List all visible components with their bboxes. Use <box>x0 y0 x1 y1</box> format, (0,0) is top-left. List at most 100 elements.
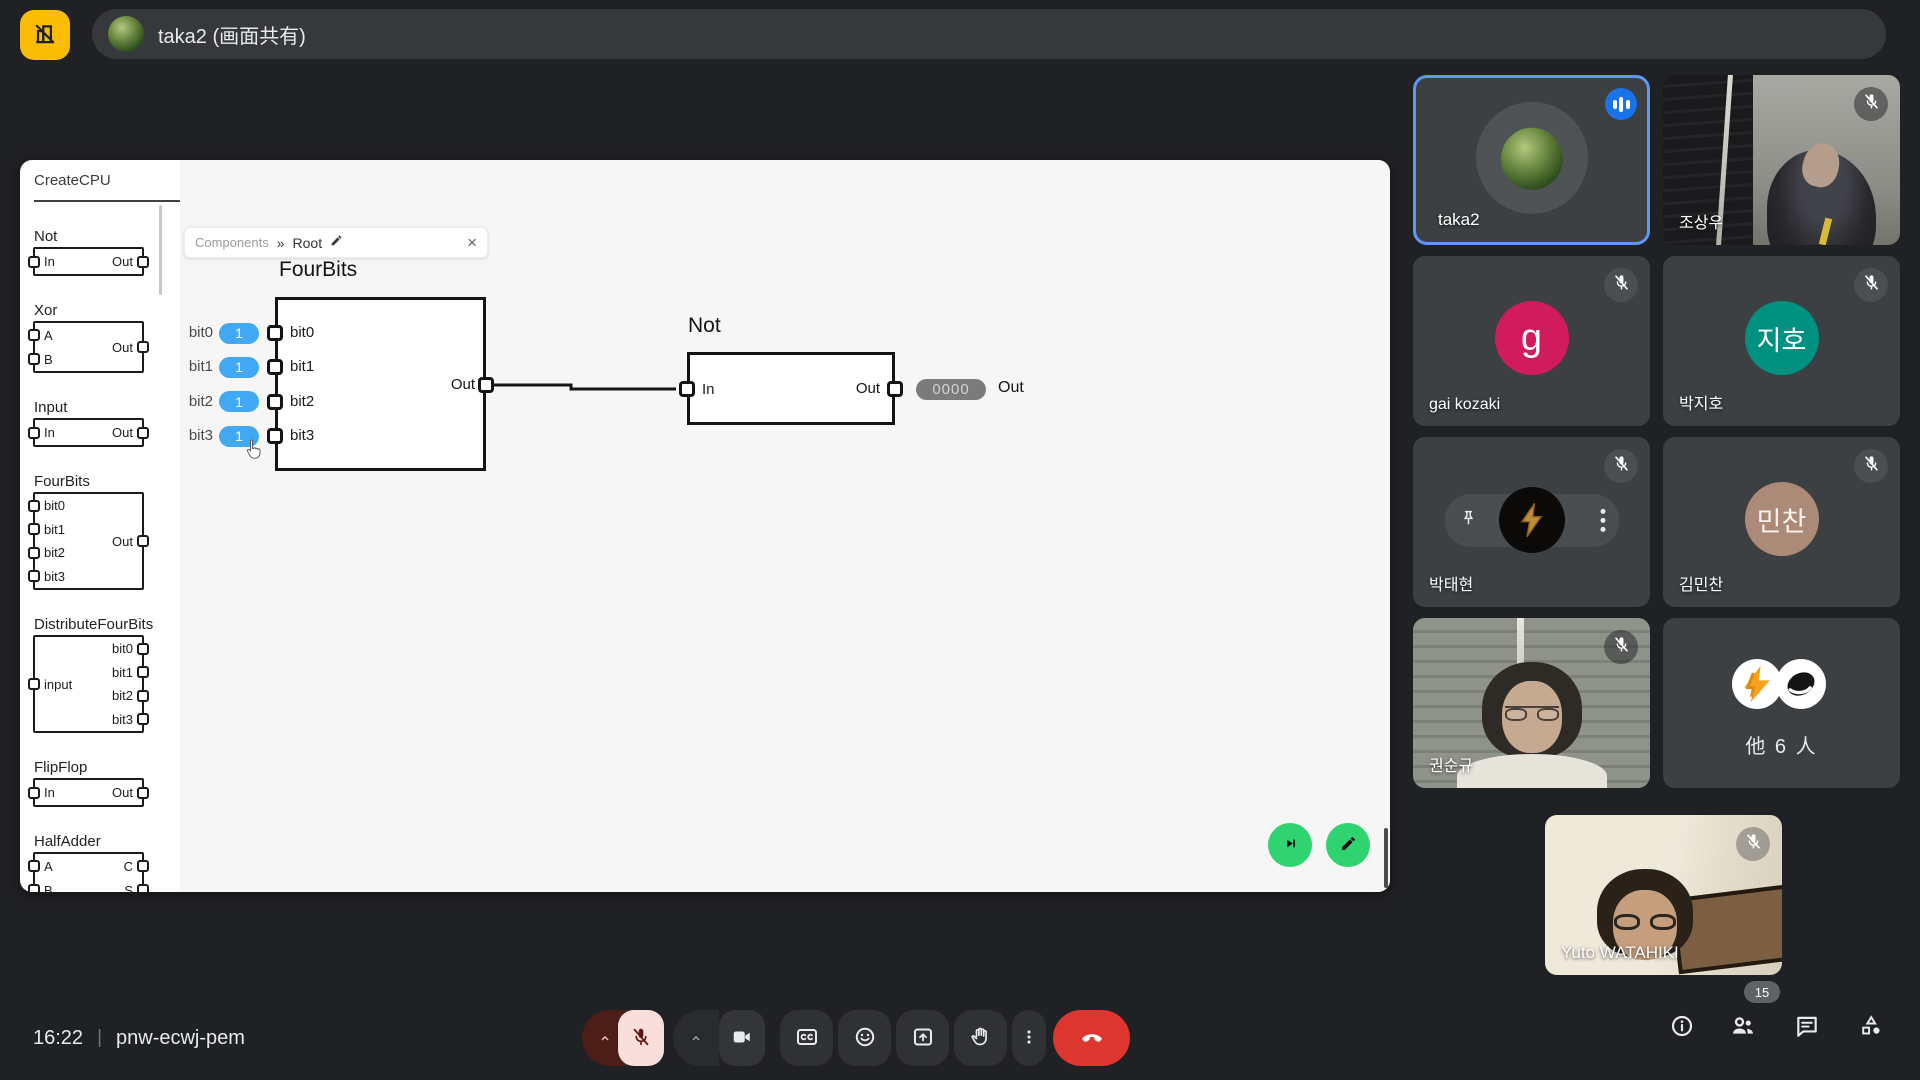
camera-options-chevron[interactable] <box>673 1010 719 1066</box>
edit-button[interactable] <box>1326 823 1370 867</box>
fourbits-in-port-2[interactable] <box>267 394 283 410</box>
port-label: Out <box>112 534 133 549</box>
shared-screen-app: CreateCPU NotInOutXorABOutInputInOutFour… <box>20 160 1390 892</box>
participant-tile[interactable]: 조상우 <box>1663 75 1900 245</box>
rename-pencil-icon[interactable] <box>330 234 343 252</box>
port-label: B <box>44 883 53 893</box>
palette-component-halfadder[interactable]: HalfAdderABCS <box>33 833 175 892</box>
bit-port-label: bit3 <box>290 427 314 444</box>
participant-tile[interactable]: 박태현 <box>1413 437 1650 607</box>
step-button[interactable] <box>1268 823 1312 867</box>
canvas-scrollbar[interactable] <box>1384 828 1388 888</box>
overflow-participants-tile[interactable]: 他 6 人 <box>1663 618 1900 788</box>
participant-name: 조상우 <box>1679 209 1723 233</box>
google-meet-window: taka2 (画面共有) CreateCPU NotInOutXorABOutI… <box>0 0 1920 1080</box>
port-square <box>28 547 40 559</box>
port-square <box>137 666 149 678</box>
participant-name: gai kozaki <box>1429 396 1500 414</box>
circuit-canvas[interactable] <box>180 160 1390 892</box>
fourbits-out-port[interactable] <box>478 377 494 393</box>
mic-off-icon <box>1854 87 1888 121</box>
meeting-code: pnw-ecwj-pem <box>116 1027 245 1050</box>
self-name: Yuto WATAHIKI <box>1561 943 1679 963</box>
more-vertical-icon[interactable] <box>1600 509 1605 532</box>
palette-component-distributefourbits[interactable]: DistributeFourBitsinputbit0bit1bit2bit3 <box>33 616 175 733</box>
participant-tile[interactable]: 민찬 김민찬 <box>1663 437 1900 607</box>
fourbits-in-port-3[interactable] <box>267 428 283 444</box>
palette-component-box: ABOut <box>33 321 144 373</box>
port-square <box>28 787 40 799</box>
port-square <box>137 787 149 799</box>
port-label: Out <box>112 254 133 269</box>
port-label: bit3 <box>112 712 133 727</box>
port-label: bit0 <box>44 498 65 513</box>
participant-tile-taka2[interactable]: taka2 <box>1413 75 1650 245</box>
port-label: B <box>44 352 53 367</box>
bit-toggle-1[interactable]: 1 <box>219 357 259 378</box>
participant-tile[interactable]: 지호 박지호 <box>1663 256 1900 426</box>
overflow-avatar-lightning-icon <box>1732 659 1782 709</box>
port-label: Out <box>112 785 133 800</box>
port-label: S <box>124 883 133 893</box>
people-button[interactable] <box>1719 1003 1767 1051</box>
self-view-tile[interactable]: Yuto WATAHIKI <box>1545 815 1782 975</box>
avatar <box>1501 128 1563 190</box>
end-call-button[interactable] <box>1053 1010 1130 1066</box>
mic-off-icon <box>1854 449 1888 483</box>
palette-component-not[interactable]: NotInOut <box>33 228 175 276</box>
more-options-button[interactable] <box>1012 1010 1046 1066</box>
avatar <box>1499 487 1565 553</box>
not-out-port[interactable] <box>887 381 903 397</box>
palette-component-label: HalfAdder <box>34 833 175 850</box>
presenter-pill[interactable]: taka2 (画面共有) <box>92 9 1886 59</box>
port-square <box>28 353 40 365</box>
palette-component-label: DistributeFourBits <box>34 616 175 633</box>
palette-component-box: bit0bit1bit2bit3Out <box>33 492 144 590</box>
participant-tile[interactable]: 권순규 <box>1413 618 1650 788</box>
chat-button[interactable] <box>1783 1003 1831 1051</box>
breadcrumb-parent[interactable]: Components <box>195 235 269 250</box>
meeting-details-button[interactable] <box>1658 1003 1706 1051</box>
mic-off-icon <box>1854 268 1888 302</box>
fourbits-in-port-0[interactable] <box>267 325 283 341</box>
camera-button[interactable] <box>719 1010 765 1066</box>
bit-toggle-2[interactable]: 1 <box>219 391 259 412</box>
activities-button[interactable] <box>1847 1003 1895 1051</box>
present-button[interactable] <box>896 1010 949 1066</box>
mic-button[interactable] <box>618 1010 664 1066</box>
palette-component-label: Xor <box>34 302 175 319</box>
bit-toggle-0[interactable]: 1 <box>219 323 259 344</box>
avatar-initial: 지호 <box>1745 301 1819 375</box>
participant-tile[interactable]: g gai kozaki <box>1413 256 1650 426</box>
clock: 16:22 <box>33 1027 83 1050</box>
sidebar-scrollbar[interactable] <box>159 205 162 295</box>
output-value-pill: 0000 <box>916 379 986 400</box>
people-icon <box>1729 1012 1757 1043</box>
participant-name: 권순규 <box>1429 752 1473 776</box>
bit-toggle-3[interactable]: 1 <box>219 426 259 447</box>
port-square <box>28 884 40 892</box>
port-square <box>28 678 40 690</box>
presentation-effects-button[interactable] <box>20 10 70 60</box>
reactions-button[interactable] <box>838 1010 891 1066</box>
raise-hand-button[interactable] <box>954 1010 1007 1066</box>
close-icon[interactable]: × <box>467 234 477 251</box>
pin-icon[interactable] <box>1458 508 1478 533</box>
port-label: bit3 <box>44 569 65 584</box>
fourbits-title: FourBits <box>279 258 357 282</box>
screen-share-off-icon <box>31 20 59 51</box>
palette-component-flipflop[interactable]: FlipFlopInOut <box>33 759 175 807</box>
overflow-avatar-disc-icon <box>1776 659 1826 709</box>
port-label: In <box>44 785 55 800</box>
bit-port-label: bit0 <box>290 324 314 341</box>
port-square <box>137 256 149 268</box>
captions-icon <box>795 1025 819 1052</box>
more-vertical-icon <box>1018 1026 1040 1051</box>
not-in-port[interactable] <box>679 381 695 397</box>
captions-button[interactable] <box>780 1010 833 1066</box>
port-square <box>28 256 40 268</box>
fourbits-in-port-1[interactable] <box>267 359 283 375</box>
palette-component-fourbits[interactable]: FourBitsbit0bit1bit2bit3Out <box>33 473 175 590</box>
breadcrumb-current[interactable]: Root <box>293 235 323 251</box>
bit-external-label: bit0 <box>153 324 213 341</box>
